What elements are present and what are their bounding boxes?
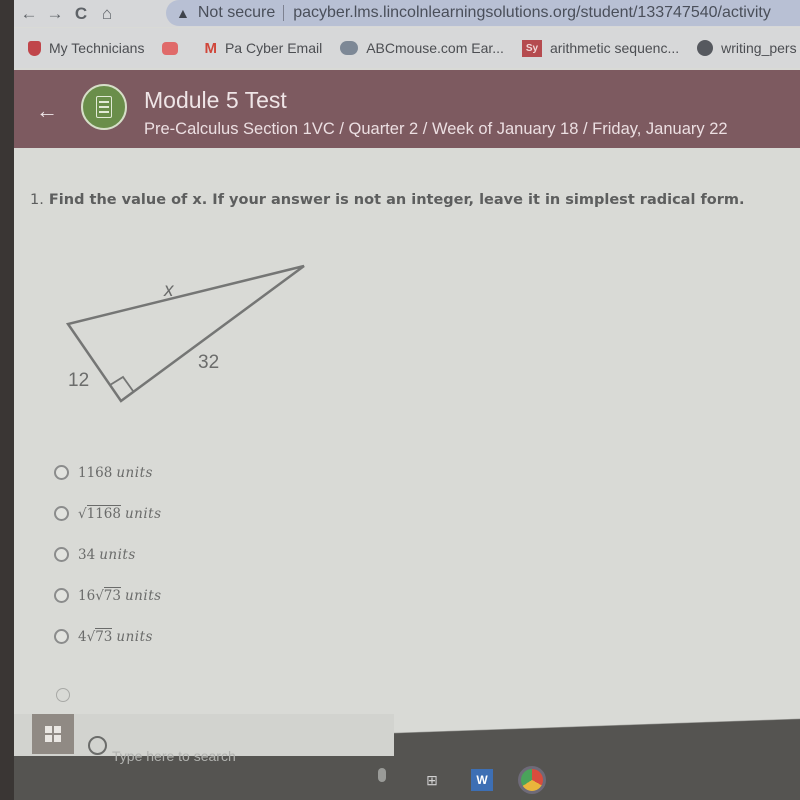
bookmark-arithmetic-sequence[interactable]: Sy arithmetic sequenc... [521, 39, 680, 57]
chrome-icon [518, 766, 546, 794]
chrome-app[interactable] [514, 762, 550, 798]
option-value: 34 [78, 546, 96, 563]
radio-button[interactable] [54, 629, 69, 644]
option-coefficient: 16 [78, 587, 96, 604]
option-value: 1168 [78, 464, 113, 481]
option-radicand: 73 [103, 586, 121, 604]
option-unit: units [116, 628, 153, 645]
triangle-diagram: x 32 12 [65, 264, 305, 403]
word-icon: W [471, 769, 493, 791]
option-radicand: 73 [95, 627, 113, 645]
bookmarks-bar: My Technicians M Pa Cyber Email ABCmouse… [14, 28, 800, 68]
shield-icon [28, 40, 41, 56]
option-unit: units [99, 546, 136, 563]
bookmark-abcmouse[interactable]: ABCmouse.com Ear... [340, 40, 504, 56]
bookmark-writing[interactable]: writing_pers [697, 40, 797, 56]
globe-icon [697, 40, 714, 56]
answer-option[interactable]: 4√73 units [54, 616, 162, 657]
option-unit: units [124, 587, 162, 604]
back-arrow-icon[interactable]: ← [36, 98, 58, 124]
bookmark-label: Pa Cyber Email [224, 40, 323, 56]
bookmark-label: My Technicians [49, 40, 145, 56]
answer-options: 1168 units √1168 units 34 units 16√73 units [54, 452, 162, 657]
question-prompt: 1. Find the value of x. If your answer i… [30, 192, 745, 208]
search-placeholder[interactable]: Type here to search [112, 748, 236, 764]
short-leg-label: 12 [68, 370, 89, 391]
divider [283, 5, 285, 21]
option-unit: units [116, 464, 153, 481]
bookmark-label: writing_pers [721, 40, 797, 56]
breadcrumb: Pre-Calculus Section 1VC / Quarter 2 / W… [144, 120, 728, 138]
warning-icon: ▲ [176, 5, 190, 21]
test-checklist-icon [81, 84, 127, 130]
hypotenuse-label: x [163, 280, 175, 301]
url-text[interactable]: pacyber.lms.lincolnlearningsolutions.org… [293, 4, 771, 22]
option-radicand: 1168 [86, 504, 121, 522]
browser-toolbar: ← → C ⌂ ▲ Not secure pacyber.lms.lincoln… [14, 0, 800, 27]
question-content: 1. Find the value of x. If your answer i… [14, 150, 800, 710]
sy-icon: Sy [521, 39, 542, 57]
home-icon[interactable]: ⌂ [96, 3, 118, 25]
clock-icon[interactable] [56, 688, 70, 702]
taskbar-apps: ⊞ W [414, 762, 550, 798]
windows-icon [45, 726, 61, 742]
abcmouse-icon [340, 41, 359, 55]
bookmark-label: ABCmouse.com Ear... [366, 40, 504, 56]
option-coefficient: 4 [78, 628, 87, 645]
radio-button[interactable] [54, 465, 69, 480]
back-icon[interactable]: ← [18, 3, 40, 25]
cortana-icon[interactable] [88, 736, 107, 755]
answer-option[interactable]: 16√73 units [54, 575, 162, 616]
start-button[interactable] [32, 714, 74, 754]
question-text: Find the value of x. If your answer is n… [48, 192, 745, 208]
question-number: 1. [30, 192, 44, 208]
security-label[interactable]: Not secure [198, 4, 275, 22]
screen: ← → C ⌂ ▲ Not secure pacyber.lms.lincoln… [14, 0, 800, 800]
app-header: ← Module 5 Test Pre-Calculus Section 1VC… [14, 70, 800, 148]
answer-option[interactable]: 34 units [54, 534, 162, 575]
reload-icon[interactable]: C [70, 3, 92, 25]
forward-icon[interactable]: → [44, 3, 66, 25]
long-leg-label: 32 [198, 352, 219, 373]
page-title: Module 5 Test [144, 87, 287, 113]
answer-option[interactable]: √1168 units [54, 493, 162, 534]
triangle-shape [65, 264, 305, 403]
gmail-icon: M [204, 39, 217, 57]
answer-option[interactable]: 1168 units [54, 452, 162, 493]
task-view-icon[interactable]: ⊞ [414, 762, 450, 798]
address-bar[interactable]: ▲ Not secure pacyber.lms.lincolnlearning… [166, 0, 800, 26]
sqrt-symbol: √ [86, 628, 96, 645]
radio-button[interactable] [54, 588, 69, 603]
microphone-icon[interactable] [378, 768, 386, 782]
option-unit: units [124, 505, 162, 522]
youtube-icon [162, 41, 179, 55]
radio-button[interactable] [54, 506, 69, 521]
bookmark-my-technicians[interactable]: My Technicians [14, 40, 144, 56]
bookmark-youtube[interactable] [162, 41, 186, 55]
word-app[interactable]: W [464, 762, 500, 798]
bookmark-pa-cyber-email[interactable]: M Pa Cyber Email [204, 40, 322, 57]
sqrt-symbol: √ [78, 505, 87, 522]
sqrt-symbol: √ [95, 587, 104, 604]
radio-button[interactable] [54, 547, 69, 562]
bookmark-label: arithmetic sequenc... [549, 40, 680, 56]
